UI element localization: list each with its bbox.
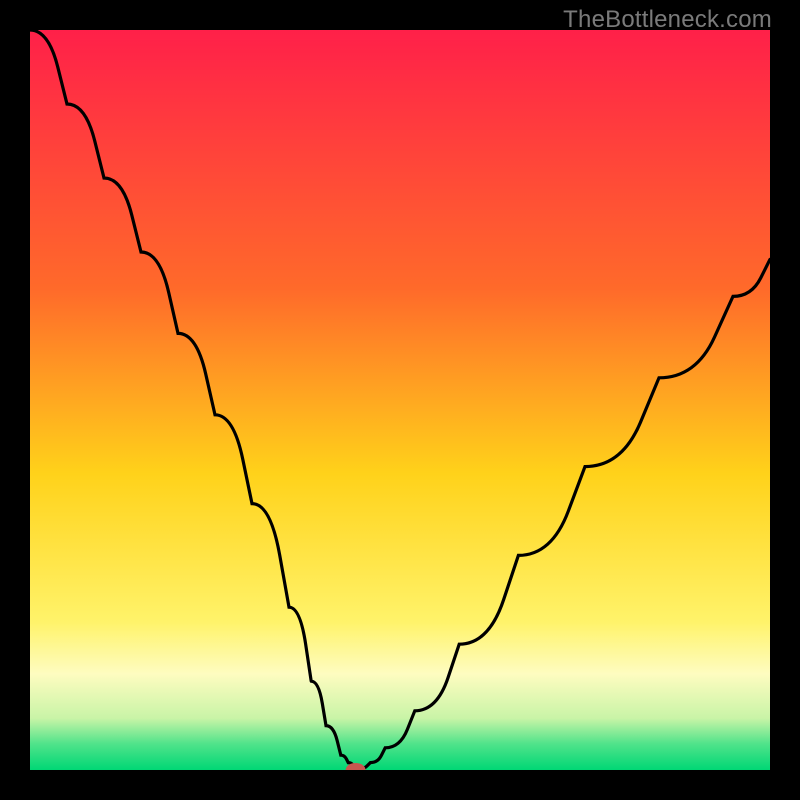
gradient-backdrop bbox=[30, 30, 770, 770]
outer-frame: TheBottleneck.com bbox=[0, 0, 800, 800]
bottleneck-chart bbox=[30, 30, 770, 770]
